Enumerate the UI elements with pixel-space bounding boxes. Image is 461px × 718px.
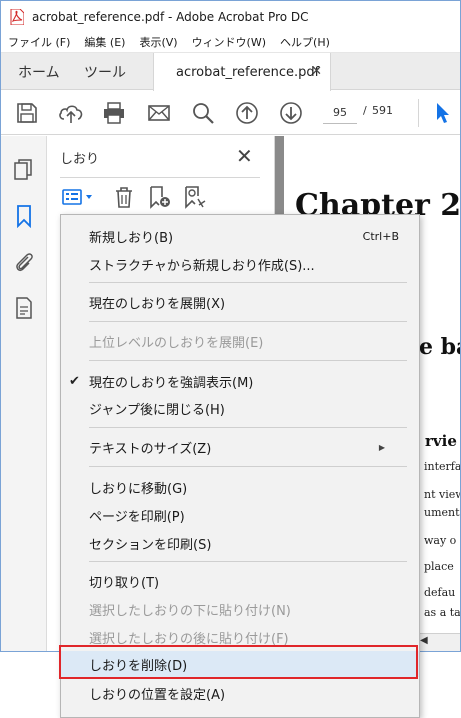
menu-item-label: 上位レベルのしおりを展開(E) (89, 335, 264, 351)
tab-document[interactable]: acrobat_reference.pdf ✕ (153, 53, 331, 91)
tab-tools[interactable]: ツール (84, 53, 126, 90)
doc-heading-2: e ba (419, 334, 460, 360)
page-total: 591 (372, 104, 393, 117)
doc-line: interfac (424, 460, 461, 473)
menu-help[interactable]: ヘルプ(H) (273, 34, 337, 50)
upload-icon[interactable] (58, 101, 83, 125)
menu-separator (89, 466, 407, 467)
menu-item-cut[interactable]: 切り取り(T) (61, 568, 419, 594)
menu-item-text-size[interactable]: テキストのサイズ(Z) ▶ (61, 434, 419, 460)
menu-item-label: テキストのサイズ(Z) (89, 441, 212, 457)
doc-line: nt view (424, 488, 461, 501)
menu-item-expand-current[interactable]: 現在のしおりを展開(X) (61, 289, 419, 315)
tab-home[interactable]: ホーム (18, 53, 60, 90)
menu-separator (89, 282, 407, 283)
bookmark-search-icon[interactable] (182, 185, 206, 209)
print-icon[interactable] (102, 101, 126, 125)
tab-document-label: acrobat_reference.pdf (176, 64, 320, 80)
menu-edit[interactable]: 編集 (E) (77, 34, 132, 50)
submenu-arrow-icon: ▶ (378, 442, 385, 452)
menu-item-label: 切り取り(T) (89, 575, 160, 591)
menu-item-go-to-bookmark[interactable]: しおりに移動(G) (61, 474, 419, 500)
acrobat-logo-icon (10, 8, 24, 25)
page-up-icon[interactable] (235, 101, 259, 125)
trash-icon[interactable] (112, 185, 136, 209)
menu-item-label: しおりの位置を設定(A) (89, 687, 226, 703)
menu-item-label: しおりに移動(G) (89, 481, 188, 497)
menu-item-label: ページを印刷(P) (89, 509, 185, 525)
menu-item-label: 選択したしおりの下に貼り付け(N) (89, 603, 291, 619)
panel-divider (60, 177, 260, 178)
doc-line: way o (424, 534, 457, 547)
new-bookmark-icon[interactable] (147, 185, 171, 209)
doc-heading-3: rvie (425, 432, 457, 450)
menu-item-expand-top-level: 上位レベルのしおりを展開(E) (61, 328, 419, 354)
menu-item-label: ストラクチャから新規しおり作成(S)... (89, 258, 315, 274)
menu-item-label: 選択したしおりの後に貼り付け(F) (89, 631, 289, 647)
menu-item-label: セクションを印刷(S) (89, 537, 212, 553)
menu-bar: ファイル (F) 編集 (E) 表示(V) ウィンドウ(W) ヘルプ(H) (1, 32, 460, 53)
menu-item-label: 新規しおり(B) (89, 230, 174, 246)
mail-icon[interactable] (147, 101, 171, 125)
doc-line: ument (424, 506, 460, 519)
menu-item-new-bookmark[interactable]: 新規しおり(B) Ctrl+B (61, 223, 419, 249)
scroll-left-arrow-icon[interactable]: ◀ (420, 635, 428, 646)
page-separator: / (363, 104, 367, 117)
menu-file[interactable]: ファイル (F) (1, 34, 77, 50)
menu-item-shortcut: Ctrl+B (362, 229, 399, 243)
menu-item-set-destination[interactable]: しおりの位置を設定(A) (61, 680, 419, 706)
pages-icon[interactable] (13, 158, 35, 182)
menu-item-close-after-jump[interactable]: ジャンプ後に閉じる(H) (61, 395, 419, 421)
delete-bookmark-highlight-box (59, 645, 418, 679)
menu-separator (89, 360, 407, 361)
window-title: acrobat_reference.pdf - Adobe Acrobat Pr… (32, 9, 309, 24)
menu-item-highlight-current[interactable]: ✔ 現在のしおりを強調表示(M) (61, 368, 419, 394)
panel-close-icon[interactable]: ✕ (236, 144, 253, 168)
menu-item-print-pages[interactable]: ページを印刷(P) (61, 502, 419, 528)
menu-item-print-section[interactable]: セクションを印刷(S) (61, 530, 419, 556)
doc-line: place (424, 560, 454, 573)
page-down-icon[interactable] (279, 101, 303, 125)
menu-item-paste-under: 選択したしおりの下に貼り付け(N) (61, 596, 419, 622)
bookmark-options-menu: 新規しおり(B) Ctrl+B ストラクチャから新規しおり作成(S)... 現在… (60, 214, 420, 718)
menu-separator (89, 427, 407, 428)
menu-separator (89, 321, 407, 322)
document-icon[interactable] (13, 296, 35, 320)
menu-window[interactable]: ウィンドウ(W) (185, 34, 273, 50)
tab-close-icon[interactable]: ✕ (311, 64, 322, 79)
search-icon[interactable] (191, 101, 215, 125)
toolbar-divider (418, 99, 419, 127)
navigation-rail (1, 136, 47, 651)
check-icon: ✔ (69, 373, 80, 389)
menu-item-label: ジャンプ後に閉じる(H) (89, 402, 225, 418)
toolbar: / 591 (1, 91, 460, 135)
page-number-input[interactable] (323, 102, 357, 124)
attachment-icon[interactable] (13, 250, 35, 274)
options-icon[interactable] (61, 185, 92, 209)
menu-view[interactable]: 表示(V) (132, 34, 184, 50)
save-icon[interactable] (15, 101, 39, 125)
title-bar: acrobat_reference.pdf - Adobe Acrobat Pr… (1, 1, 460, 32)
menu-item-label: 現在のしおりを強調表示(M) (89, 375, 254, 391)
bookmark-icon[interactable] (13, 204, 35, 228)
menu-item-label: 現在のしおりを展開(X) (89, 296, 226, 312)
menu-item-new-from-structure[interactable]: ストラクチャから新規しおり作成(S)... (61, 251, 419, 277)
doc-line: as a ta (424, 606, 461, 619)
menu-separator (89, 561, 407, 562)
select-cursor-icon[interactable] (433, 101, 457, 125)
doc-line: defau (424, 586, 456, 599)
tab-bar: ホーム ツール acrobat_reference.pdf ✕ (1, 53, 460, 91)
panel-title: しおり (60, 152, 100, 167)
